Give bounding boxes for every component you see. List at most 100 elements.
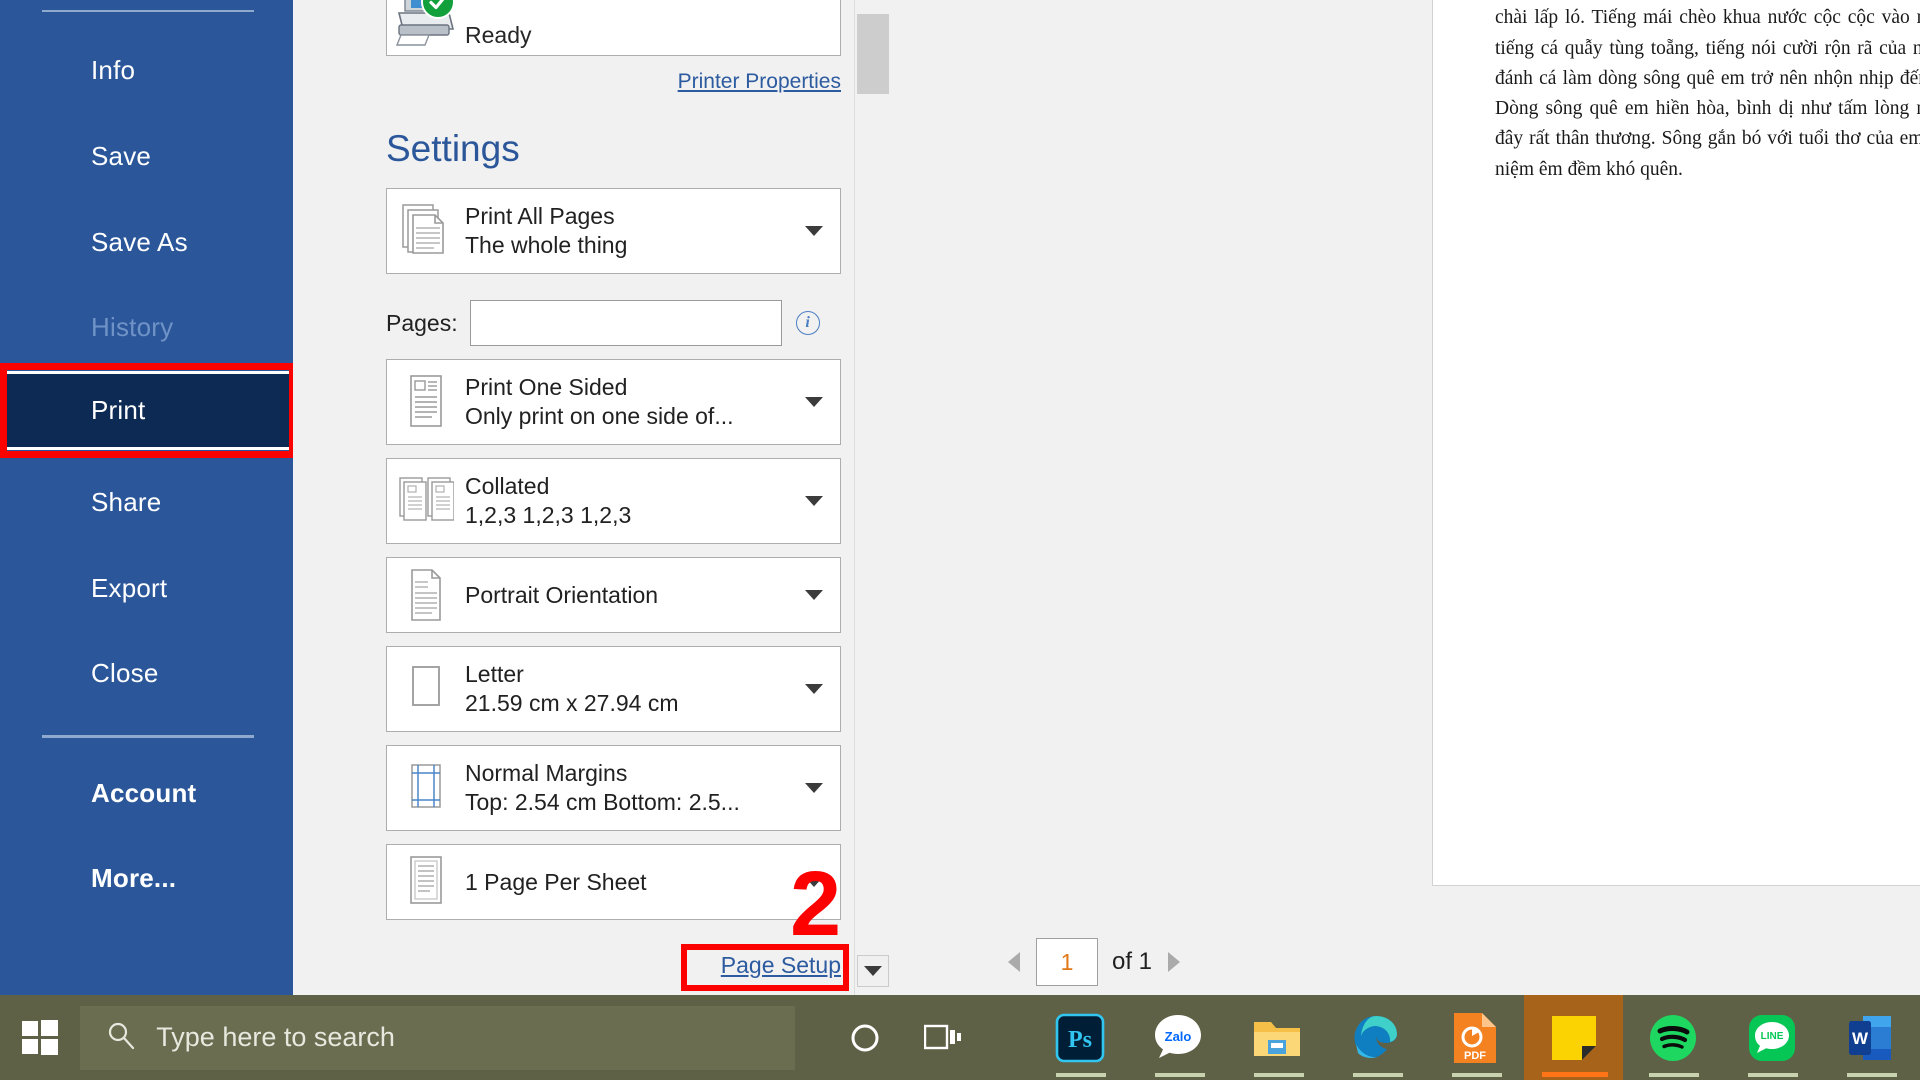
sidebar-item-share[interactable]: Share — [0, 477, 293, 527]
print-all-pages-icon — [387, 201, 465, 261]
settings-scrollbar[interactable] — [854, 0, 890, 995]
pages-per-sheet-icon — [387, 854, 465, 910]
pages-label: Pages: — [386, 310, 458, 337]
microsoft-word-icon[interactable]: W — [1821, 995, 1920, 1080]
sidebar-item-label: Print — [91, 395, 145, 426]
option-subtitle: The whole thing — [465, 231, 788, 260]
pages-input[interactable] — [470, 300, 782, 346]
printer-selector[interactable]: Microsoft Print to PDF Ready — [386, 0, 841, 56]
svg-text:Ps: Ps — [1068, 1027, 1092, 1053]
line-icon[interactable]: LINE — [1722, 995, 1821, 1080]
task-view-icon[interactable] — [904, 995, 982, 1080]
app-active-underline — [1155, 1073, 1205, 1077]
option-pages-per-sheet[interactable]: 1 Page Per Sheet — [386, 844, 841, 920]
cortana-circle-icon[interactable] — [825, 995, 903, 1080]
sidebar-item-label: Export — [91, 573, 167, 604]
chevron-down-icon — [805, 783, 823, 793]
sidebar-item-export[interactable]: Export — [0, 563, 293, 613]
photoshop-icon[interactable]: Ps — [1030, 995, 1129, 1080]
option-dropdown-caret[interactable] — [788, 684, 840, 694]
sidebar-item-label: More... — [91, 863, 176, 894]
printer-properties-link[interactable]: Printer Properties — [293, 70, 841, 94]
sidebar-item-info[interactable]: Info — [0, 45, 293, 95]
document-preview-page: con thuyền bé nhỏ đang dập dềnh trên són… — [1432, 0, 1920, 886]
chevron-right-icon[interactable] — [1168, 952, 1180, 972]
scrollbar-track[interactable] — [857, 96, 889, 952]
chevron-left-icon[interactable] — [1008, 952, 1020, 972]
sidebar-item-more[interactable]: More... — [0, 853, 293, 903]
option-dropdown-caret[interactable] — [788, 783, 840, 793]
print-one-sided-icon — [387, 373, 465, 431]
page-total-label: of 1 — [1112, 948, 1152, 976]
sidebar-item-label: History — [91, 312, 173, 343]
spotify-icon[interactable] — [1623, 995, 1722, 1080]
scrollbar-down-button[interactable] — [857, 955, 889, 987]
page-setup-link[interactable]: Page Setup — [721, 952, 841, 978]
option-collation[interactable]: Collated 1,2,3 1,2,3 1,2,3 — [386, 458, 841, 544]
option-dropdown-caret[interactable] — [788, 496, 840, 506]
option-dropdown-caret[interactable] — [788, 590, 840, 600]
sidebar-item-label: Account — [91, 778, 196, 809]
sidebar-item-account[interactable]: Account — [0, 768, 293, 818]
scrollbar-thumb[interactable] — [857, 14, 889, 94]
windows-start-icon[interactable] — [0, 995, 80, 1080]
search-placeholder-text: Type here to search — [156, 1022, 395, 1053]
option-duplex[interactable]: Print One Sided Only print on one side o… — [386, 359, 841, 445]
info-icon[interactable]: i — [796, 311, 820, 335]
option-subtitle: Only print on one side of... — [465, 402, 788, 431]
sidebar-divider-top — [42, 10, 254, 12]
sidebar-item-save-as[interactable]: Save As — [0, 217, 293, 267]
document-text: con thuyền bé nhỏ đang dập dềnh trên són… — [1495, 0, 1920, 197]
backstage-sidebar: Info Save Save As History Print Share Ex… — [0, 0, 293, 995]
option-text: 1 Page Per Sheet — [465, 868, 788, 897]
printer-text: Ready — [465, 22, 788, 55]
annotation-number-2: 2 — [790, 858, 841, 950]
chevron-down-icon — [805, 397, 823, 407]
windows-taskbar: Type here to search Ps Zalo — [0, 995, 1920, 1080]
option-subtitle: 1,2,3 1,2,3 1,2,3 — [465, 501, 788, 530]
sidebar-item-label: Close — [91, 658, 158, 689]
option-subtitle: 21.59 cm x 27.94 cm — [465, 689, 788, 718]
option-margins[interactable]: Normal Margins Top: 2.54 cm Bottom: 2.5.… — [386, 745, 841, 831]
chevron-down-icon — [864, 966, 882, 976]
option-title: 1 Page Per Sheet — [465, 868, 788, 897]
app-active-underline — [1056, 1073, 1106, 1077]
sidebar-item-close[interactable]: Close — [0, 648, 293, 698]
chevron-down-icon — [805, 590, 823, 600]
search-icon — [106, 1020, 136, 1055]
option-text: Print One Sided Only print on one side o… — [465, 373, 788, 431]
settings-heading: Settings — [386, 128, 520, 170]
sticky-notes-icon[interactable] — [1524, 995, 1623, 1080]
pages-row: Pages: i — [386, 297, 841, 349]
sidebar-item-print[interactable]: Print — [0, 371, 293, 450]
orientation-icon — [387, 567, 465, 623]
option-text: Normal Margins Top: 2.54 cm Bottom: 2.5.… — [465, 759, 788, 817]
zalo-icon[interactable]: Zalo — [1129, 995, 1228, 1080]
option-title: Portrait Orientation — [465, 581, 788, 610]
svg-text:PDF: PDF — [1464, 1050, 1486, 1062]
margins-icon — [387, 762, 465, 814]
option-dropdown-caret[interactable] — [788, 397, 840, 407]
sidebar-item-save[interactable]: Save — [0, 131, 293, 181]
option-text: Portrait Orientation — [465, 581, 788, 610]
option-print-range[interactable]: Print All Pages The whole thing — [386, 188, 841, 274]
app-active-underline — [1452, 1073, 1502, 1077]
app-active-underline — [1748, 1073, 1798, 1077]
collated-icon — [387, 474, 465, 528]
printer-dropdown-caret[interactable] — [788, 0, 840, 55]
chevron-down-icon — [805, 226, 823, 236]
option-subtitle: Top: 2.54 cm Bottom: 2.5... — [465, 788, 788, 817]
option-dropdown-caret[interactable] — [788, 226, 840, 236]
taskbar-search-input[interactable]: Type here to search — [80, 1006, 795, 1070]
sidebar-item-label: Share — [91, 487, 161, 518]
current-page-input[interactable] — [1036, 938, 1098, 986]
sidebar-item-history: History — [0, 302, 293, 352]
printer-status-label: Ready — [465, 22, 788, 49]
microsoft-edge-icon[interactable] — [1327, 995, 1426, 1080]
option-orientation[interactable]: Portrait Orientation — [386, 557, 841, 633]
option-text: Letter 21.59 cm x 27.94 cm — [465, 660, 788, 718]
option-paper-size[interactable]: Letter 21.59 cm x 27.94 cm — [386, 646, 841, 732]
file-explorer-icon[interactable] — [1228, 995, 1327, 1080]
pdf-reader-icon[interactable]: PDF — [1426, 995, 1525, 1080]
sidebar-item-label: Info — [91, 55, 135, 86]
